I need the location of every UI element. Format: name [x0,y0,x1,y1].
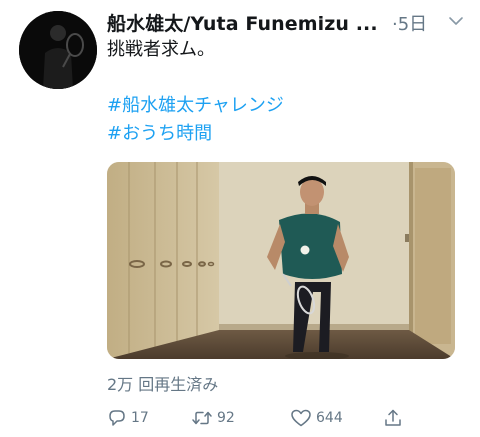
like-count: 644 [316,410,343,426]
retweet-button[interactable]: 92 [191,406,235,430]
avatar[interactable] [19,11,97,89]
timestamp[interactable]: ·5日 [392,10,427,36]
reply-icon [107,408,127,428]
share-button[interactable] [383,406,403,430]
video-thumbnail [107,162,455,359]
retweet-icon [191,408,213,428]
hashtag-link[interactable]: #船水雄太チャレンジ [107,94,284,118]
reply-button[interactable]: 17 [107,406,149,430]
hashtag-link[interactable]: #おうち時間 [107,122,212,146]
tweet-text: 挑戦者求ム。 [107,39,215,60]
retweet-count: 92 [217,410,235,426]
share-icon [383,408,403,428]
display-name[interactable]: 船水雄太/Yuta Funemizu ... [107,9,378,36]
tweet-actions: 17 92 644 [107,406,417,430]
view-count: 2万 回再生済み [107,375,219,394]
video-player[interactable] [107,162,455,359]
chevron-down-icon[interactable] [447,12,465,30]
like-button[interactable]: 644 [290,406,343,430]
reply-count: 17 [131,410,149,426]
tweet-header: 船水雄太/Yuta Funemizu ... ·5日 [107,8,467,36]
heart-icon [290,408,312,428]
